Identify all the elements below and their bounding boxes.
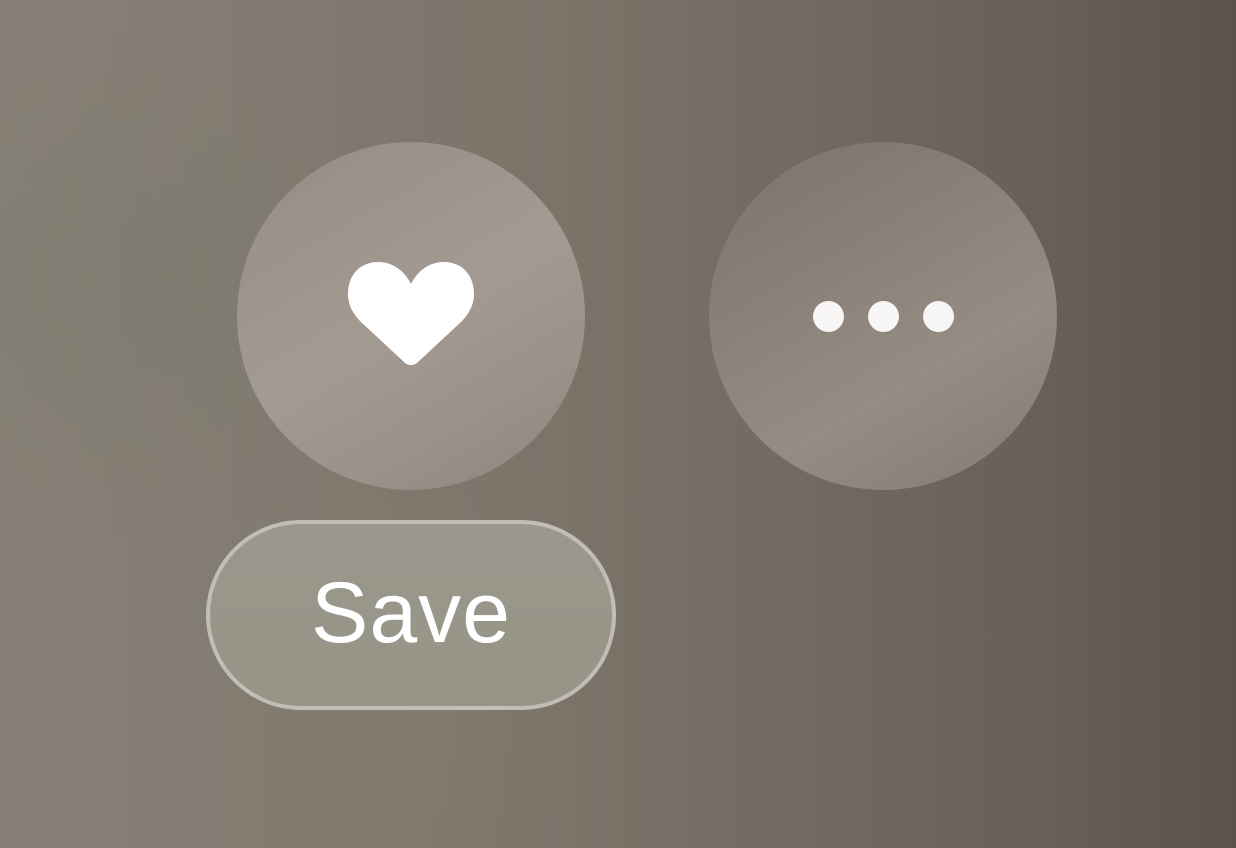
more-dots-icon (812, 300, 954, 332)
like-button[interactable] (237, 142, 585, 490)
dot (812, 300, 844, 332)
save-button[interactable]: Save (206, 520, 616, 710)
save-button-label: Save (310, 565, 512, 661)
heart-icon (348, 262, 474, 365)
dot (867, 300, 899, 332)
more-options-button[interactable] (709, 142, 1057, 490)
dot (922, 300, 954, 332)
